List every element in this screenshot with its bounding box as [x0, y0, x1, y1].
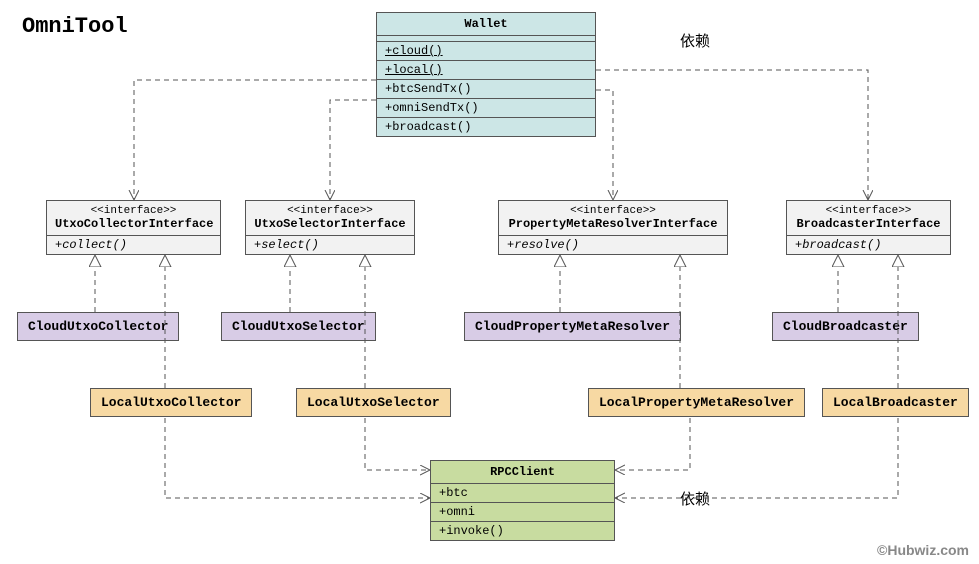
utxo-selector-interface: <<interface>> UtxoSelectorInterface +sel…: [245, 200, 415, 255]
rpc-client-class: RPCClient +btc +omni +invoke(): [430, 460, 615, 541]
wallet-btcsendtx: +btcSendTx(): [385, 82, 471, 96]
interface-name: UtxoSelectorInterface: [254, 217, 405, 231]
rpc-name: RPCClient: [490, 465, 555, 479]
local-property-meta-resolver: LocalPropertyMetaResolver: [588, 388, 805, 417]
interface-name: UtxoCollectorInterface: [55, 217, 213, 231]
interface-stereo: <<interface>>: [507, 205, 719, 217]
wallet-cloud-method: +cloud(): [385, 44, 443, 58]
rpc-attr-omni: +omni: [439, 505, 475, 519]
wallet-local-method: +local(): [385, 63, 443, 77]
dependency-note-1: 依赖: [680, 30, 710, 51]
utxo-collector-interface: <<interface>> UtxoCollectorInterface +co…: [46, 200, 221, 255]
property-meta-resolver-interface: <<interface>> PropertyMetaResolverInterf…: [498, 200, 728, 255]
interface-method: +resolve(): [507, 238, 579, 252]
copyright: ©Hubwiz.com: [877, 542, 969, 558]
dependency-note-2: 依赖: [680, 488, 710, 509]
rpc-invoke: +invoke(): [439, 524, 504, 538]
local-utxo-selector: LocalUtxoSelector: [296, 388, 451, 417]
wallet-omnisendtx: +omniSendTx(): [385, 101, 479, 115]
interface-method: +broadcast(): [795, 238, 881, 252]
interface-method: +collect(): [55, 238, 127, 252]
wallet-class: Wallet +cloud() +local() +btcSendTx() +o…: [376, 12, 596, 137]
wallet-name: Wallet: [464, 17, 507, 31]
rpc-attr-btc: +btc: [439, 486, 468, 500]
interface-stereo: <<interface>>: [254, 205, 406, 217]
broadcaster-interface: <<interface>> BroadcasterInterface +broa…: [786, 200, 951, 255]
interface-name: BroadcasterInterface: [796, 217, 940, 231]
cloud-utxo-collector: CloudUtxoCollector: [17, 312, 179, 341]
interface-stereo: <<interface>>: [55, 205, 212, 217]
diagram-title: OmniTool: [22, 14, 128, 39]
wallet-broadcast: +broadcast(): [385, 120, 471, 134]
local-broadcaster: LocalBroadcaster: [822, 388, 969, 417]
cloud-property-meta-resolver: CloudPropertyMetaResolver: [464, 312, 681, 341]
local-utxo-collector: LocalUtxoCollector: [90, 388, 252, 417]
cloud-utxo-selector: CloudUtxoSelector: [221, 312, 376, 341]
interface-stereo: <<interface>>: [795, 205, 942, 217]
interface-method: +select(): [254, 238, 319, 252]
cloud-broadcaster: CloudBroadcaster: [772, 312, 919, 341]
interface-name: PropertyMetaResolverInterface: [509, 217, 718, 231]
